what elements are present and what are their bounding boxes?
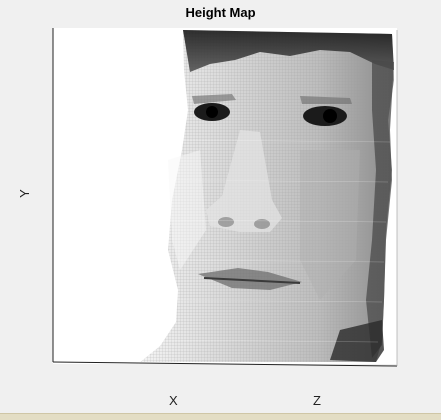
x-axis-label: X xyxy=(169,393,178,408)
nostril-right xyxy=(254,219,270,229)
z-axis-label: Z xyxy=(313,393,321,408)
axes-3d[interactable] xyxy=(0,0,441,413)
right-pupil xyxy=(323,109,337,123)
figure-window: Height Map Y X Z xyxy=(0,0,441,413)
y-axis-label: Y xyxy=(16,189,32,198)
left-pupil xyxy=(206,106,218,118)
nostril-left xyxy=(218,217,234,227)
